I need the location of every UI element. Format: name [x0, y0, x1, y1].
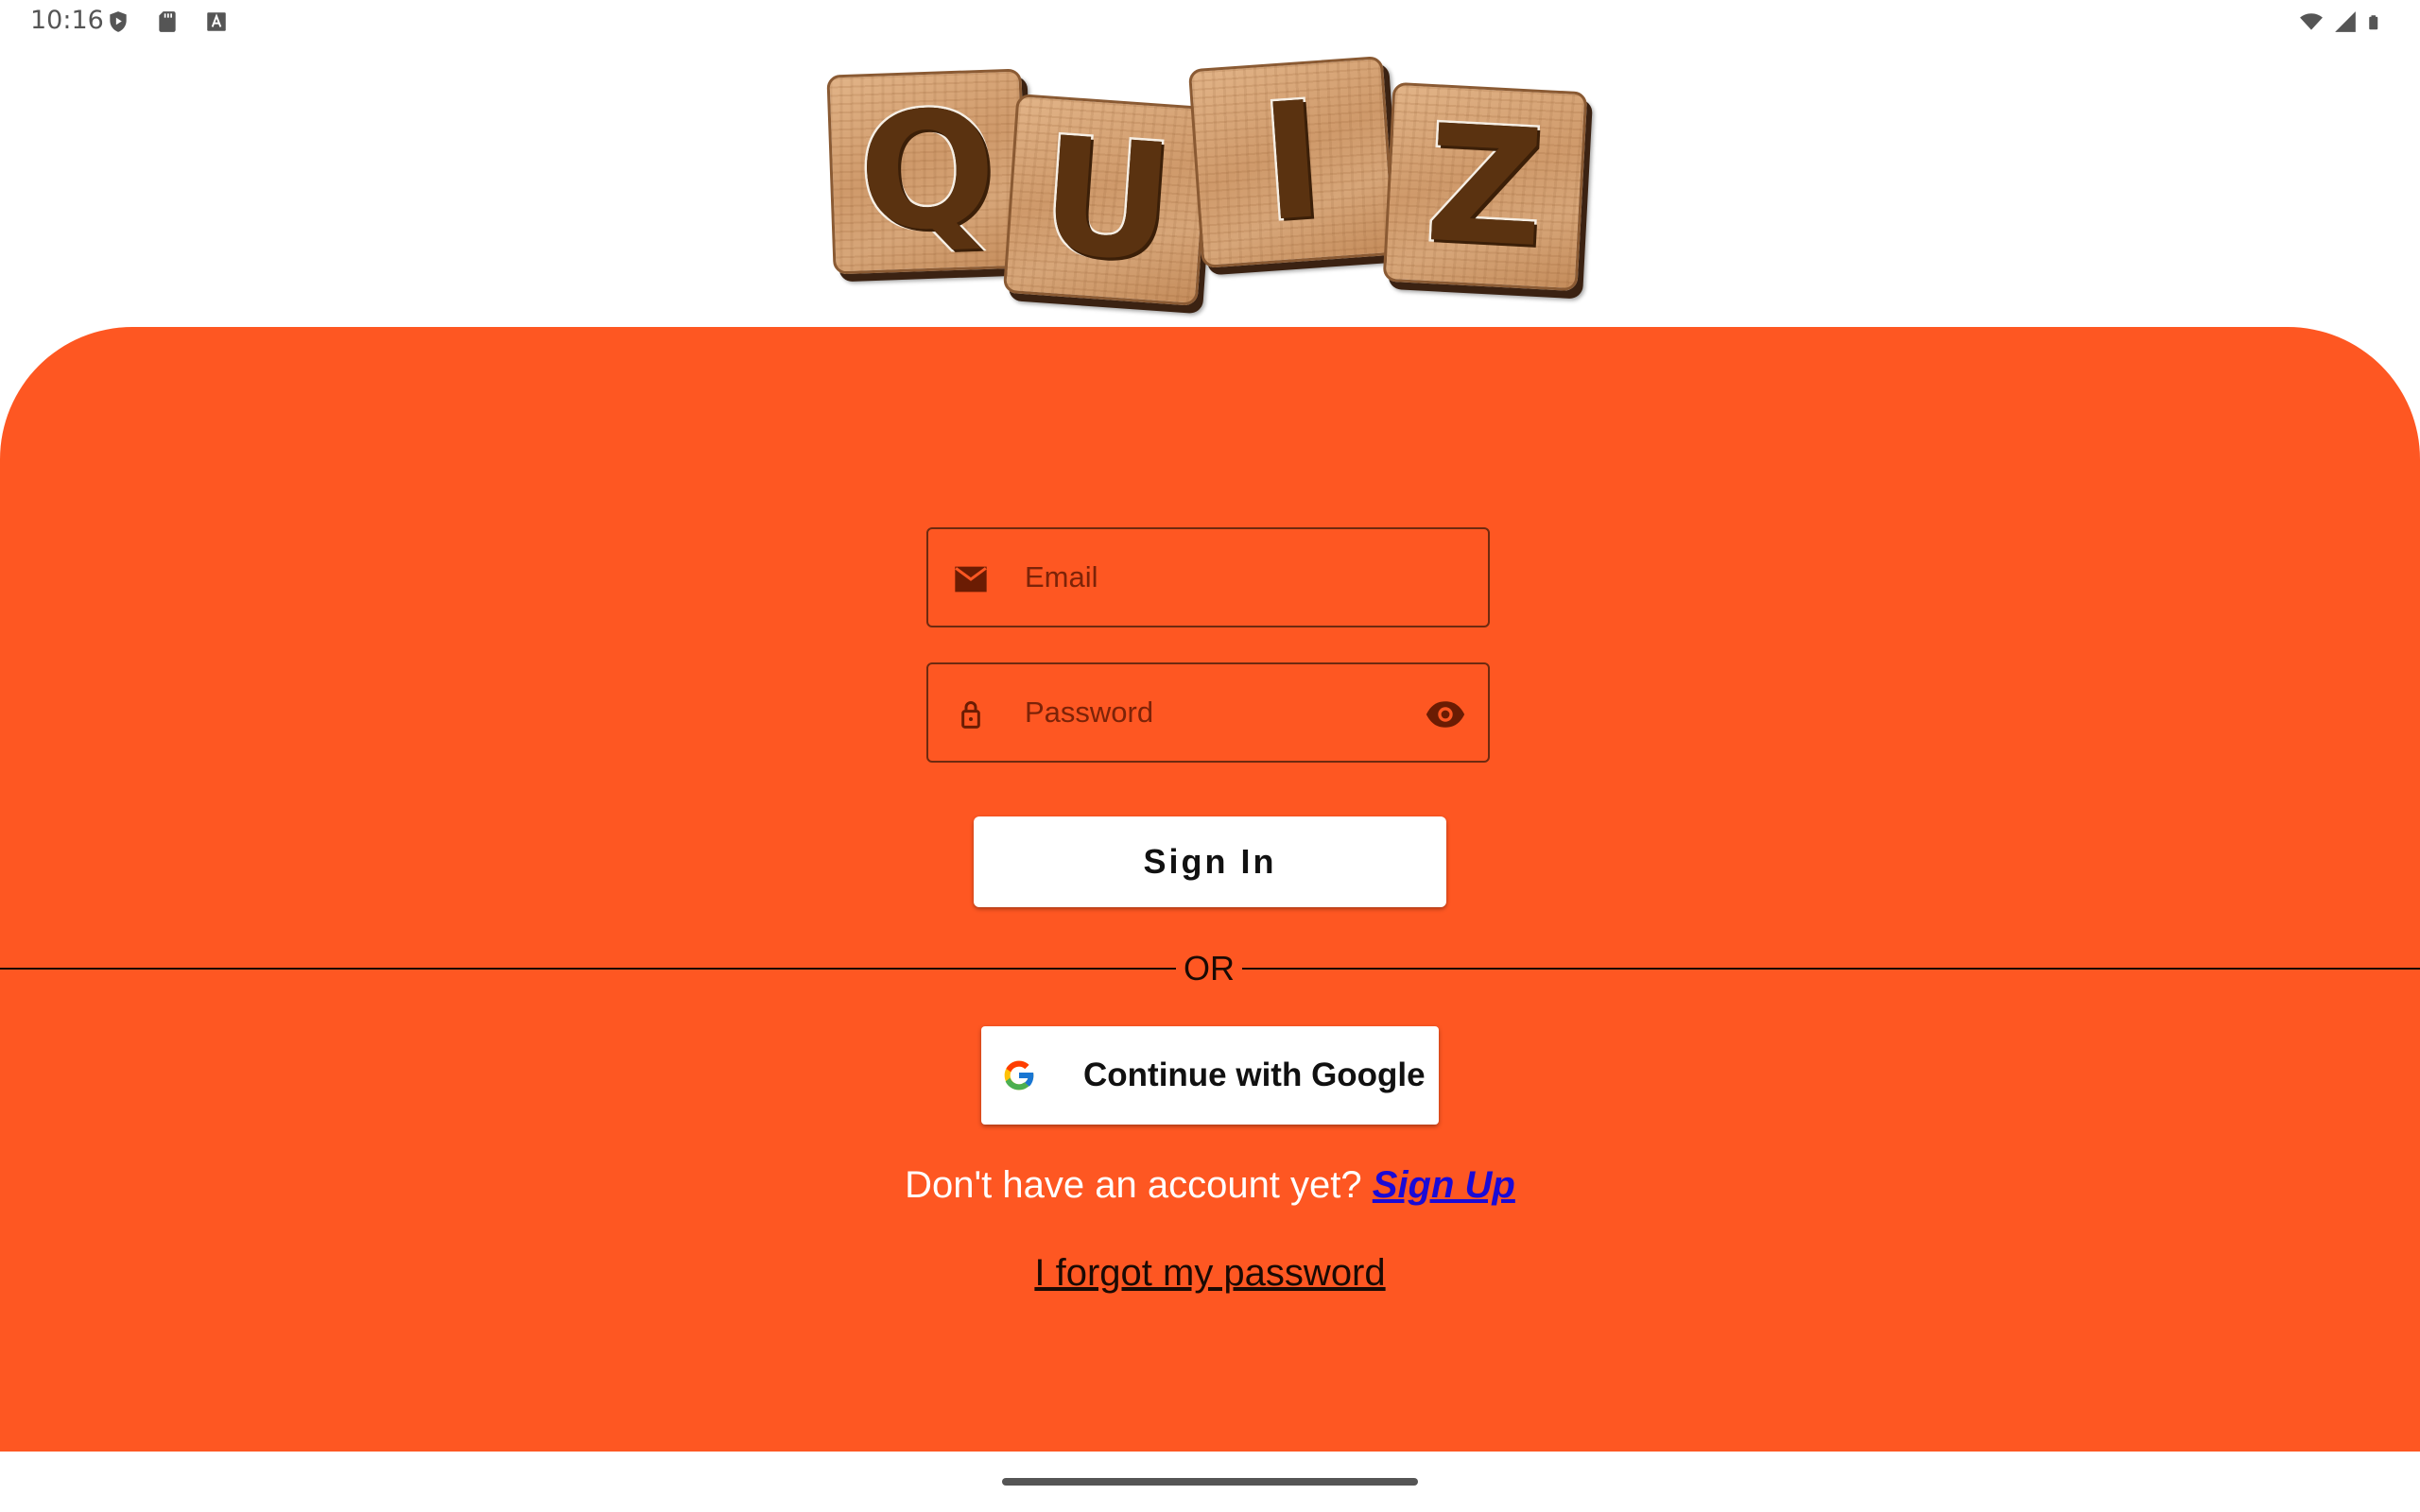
- logo-tile-u: U: [1002, 94, 1212, 306]
- status-left-icons: [106, 9, 229, 34]
- status-bar: 10:16: [0, 0, 2420, 45]
- password-input[interactable]: [1025, 664, 1384, 761]
- email-field[interactable]: [926, 527, 1490, 627]
- wifi-icon: [2300, 13, 2323, 30]
- logo-letter-i: I: [1253, 64, 1331, 260]
- password-field[interactable]: [926, 662, 1490, 763]
- font-a-icon: [207, 12, 226, 31]
- forgot-password-row: I forgot my password: [0, 1252, 2420, 1295]
- play-protect-icon: [110, 11, 127, 32]
- forgot-password-link[interactable]: I forgot my password: [1034, 1252, 1385, 1294]
- email-icon: [955, 566, 987, 593]
- logo-tile-i: I: [1187, 56, 1397, 268]
- sign-in-button[interactable]: Sign In: [974, 816, 1446, 907]
- status-time: 10:16: [30, 6, 104, 35]
- email-input[interactable]: [1025, 529, 1384, 626]
- sign-up-link[interactable]: Sign Up: [1373, 1164, 1515, 1206]
- logo-letter-u: U: [1033, 99, 1182, 300]
- cell-signal-icon: [2335, 11, 2356, 32]
- lock-icon: [961, 701, 980, 729]
- divider-left: [0, 968, 1176, 970]
- logo-letter-q: Q: [854, 74, 1001, 270]
- google-button-label: Continue with Google: [1083, 1057, 1426, 1093]
- sign-up-row: Don't have an account yet? Sign Up: [0, 1164, 2420, 1207]
- navigation-handle[interactable]: [1002, 1478, 1418, 1486]
- logo-letter-z: Z: [1420, 88, 1550, 285]
- show-password-toggle[interactable]: [1424, 693, 1467, 736]
- sd-card-icon: [159, 11, 176, 32]
- or-divider-label: OR: [1184, 949, 1235, 988]
- battery-icon: [2369, 15, 2378, 30]
- login-screen: 10:16 Q U I Z Email Sign In OR Continue …: [0, 0, 2420, 1512]
- no-account-text: Don't have an account yet?: [905, 1164, 1362, 1206]
- logo-tile-q: Q: [826, 68, 1028, 275]
- logo-tile-z: Z: [1382, 81, 1588, 292]
- divider-right: [1242, 968, 2420, 970]
- google-icon: [1004, 1060, 1035, 1091]
- quiz-logo: Q U I Z: [824, 56, 1599, 321]
- status-right-icons: [2299, 9, 2384, 34]
- continue-with-google-button[interactable]: Continue with Google: [981, 1026, 1439, 1125]
- eye-icon: [1426, 701, 1465, 728]
